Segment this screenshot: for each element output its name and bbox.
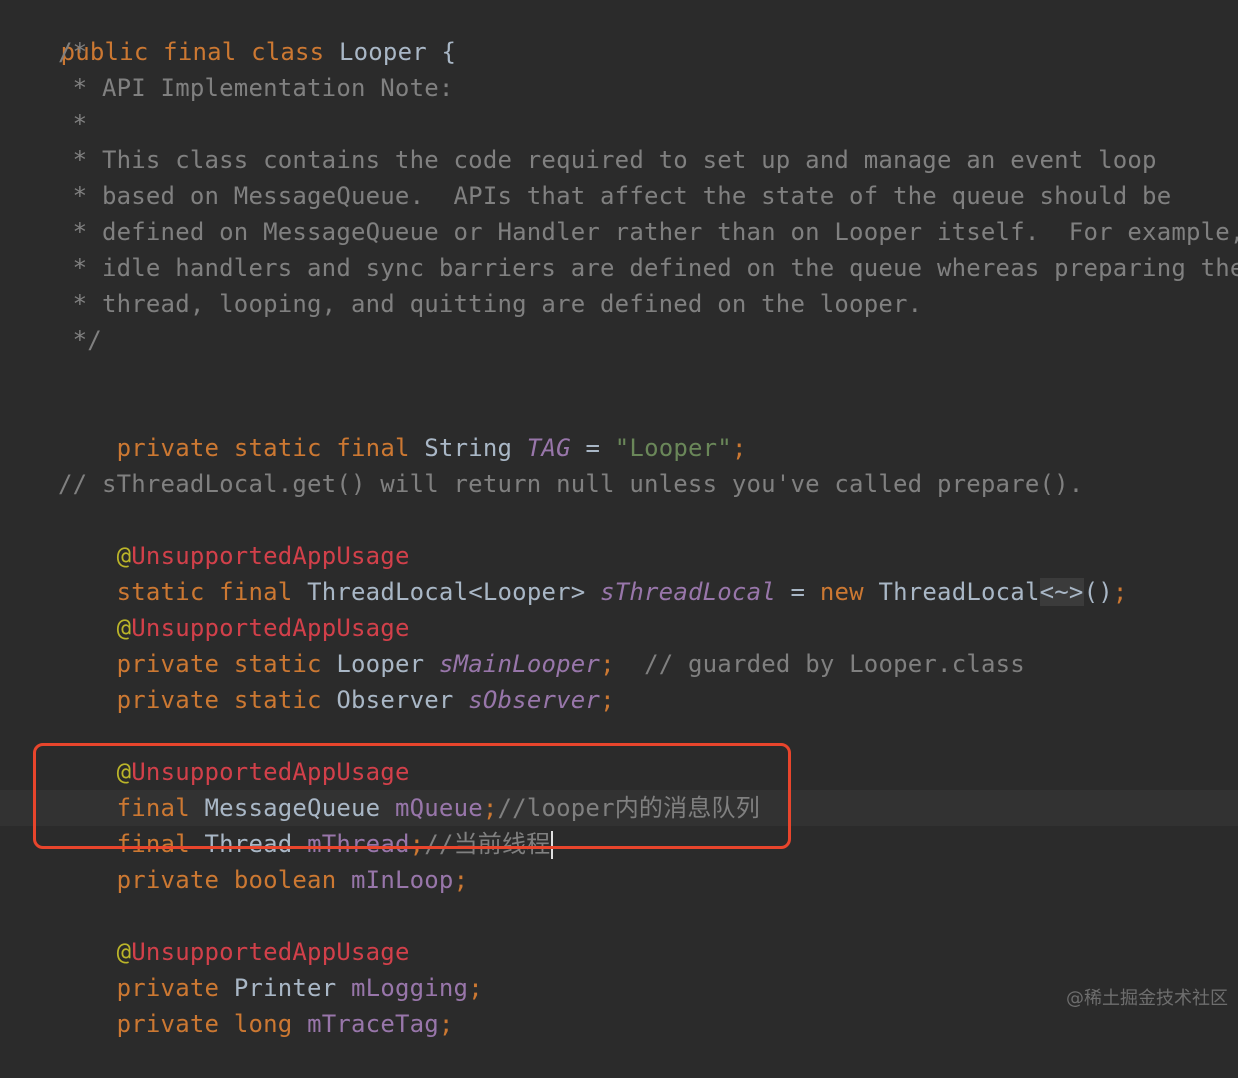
semicolon: ; — [438, 1010, 454, 1038]
keyword: private — [116, 1010, 220, 1038]
annotation-line[interactable]: @UnsupportedAppUsage — [58, 574, 410, 642]
comment-line: * idle handlers and sync barriers are de… — [58, 254, 1238, 282]
diamond-fold[interactable]: <~> — [1039, 578, 1084, 606]
keyword: static — [233, 686, 322, 714]
operator: = — [585, 434, 601, 462]
code-line-sobserver[interactable]: private static Observer sObserver; — [58, 646, 615, 714]
comment-line: * — [58, 110, 88, 138]
semicolon: ; — [453, 866, 469, 894]
type-name: String — [424, 434, 513, 462]
inline-comment: // guarded by Looper.class — [644, 650, 1025, 678]
keyword: new — [819, 578, 864, 606]
code-editor[interactable]: public final class Looper { /* * API Imp… — [0, 0, 1238, 1038]
operator: = — [790, 578, 806, 606]
keyword: private — [116, 866, 220, 894]
keyword: final — [336, 434, 410, 462]
comment-line: // sThreadLocal.get() will return null u… — [58, 470, 1084, 498]
code-line-mqueue[interactable]: final MessageQueue mQueue;//looper内的消息队列 — [58, 754, 760, 822]
code-line-smainlooper[interactable]: private static Looper sMainLooper; // gu… — [58, 610, 1025, 678]
keyword: boolean — [233, 866, 337, 894]
semicolon: ; — [731, 434, 747, 462]
semicolon: ; — [468, 974, 483, 1002]
comment-line: * API Implementation Note: — [58, 74, 454, 102]
comment-line: */ — [58, 326, 102, 354]
comment-line: * defined on MessageQueue or Handler rat… — [58, 218, 1238, 246]
annotation-line[interactable]: @UnsupportedAppUsage — [58, 718, 410, 786]
semicolon: ; — [1112, 578, 1128, 606]
keyword: static — [233, 434, 322, 462]
instance-field: mTraceTag — [307, 1010, 439, 1038]
string-literal: "Looper" — [614, 434, 732, 462]
instance-field: mInLoop — [351, 866, 454, 894]
code-line-mtracetag[interactable]: private long mTraceTag; — [58, 970, 454, 1038]
comment-line: /* — [58, 38, 88, 66]
comment-line: * This class contains the code required … — [58, 146, 1157, 174]
brace: { — [441, 38, 457, 66]
class-name: Looper — [338, 38, 427, 66]
annotation-line[interactable]: @UnsupportedAppUsage — [58, 502, 410, 570]
keyword: class — [251, 38, 325, 66]
type-name: ThreadLocal — [878, 578, 1040, 606]
code-line-class-declaration[interactable]: public final class Looper { — [2, 0, 456, 66]
comment-line: * thread, looping, and quitting are defi… — [58, 290, 923, 318]
comment-line: * based on MessageQueue. APIs that affec… — [58, 182, 1172, 210]
keyword: long — [233, 1010, 293, 1038]
type-name: Observer — [336, 686, 454, 714]
text-caret — [551, 831, 554, 859]
static-field: TAG — [526, 434, 571, 462]
code-line-minloop[interactable]: private boolean mInLoop; — [58, 826, 468, 894]
code-line-tag[interactable]: private static final String TAG = "Loope… — [58, 394, 747, 462]
static-field: sThreadLocal — [600, 578, 776, 606]
semicolon: ; — [600, 686, 615, 714]
code-line-sthreadlocal[interactable]: static final ThreadLocal<Looper> sThread… — [58, 538, 1128, 606]
code-line-mlogging[interactable]: private Printer mLogging; — [58, 934, 483, 1002]
keyword: private — [116, 434, 220, 462]
watermark: @稀土掘金技术社区 — [1066, 988, 1228, 1009]
static-field: sObserver — [468, 686, 601, 714]
annotation-line[interactable]: @UnsupportedAppUsage — [58, 898, 410, 966]
keyword: private — [116, 686, 220, 714]
call-parens: () — [1083, 578, 1113, 606]
keyword: final — [163, 38, 237, 66]
code-line-mthread[interactable]: final Thread mThread;//当前线程 — [58, 790, 554, 859]
